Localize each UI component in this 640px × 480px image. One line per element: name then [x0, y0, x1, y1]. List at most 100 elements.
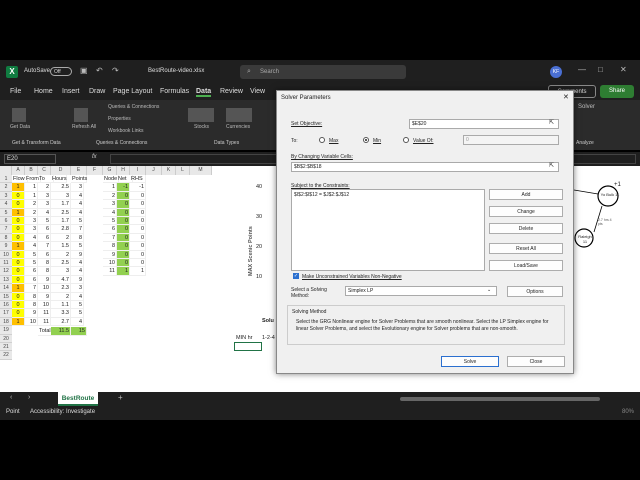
flow-cell[interactable]: 0 — [12, 259, 25, 268]
column-header[interactable]: F — [87, 166, 103, 175]
delete-button[interactable]: Delete — [489, 223, 563, 234]
get-data-icon[interactable] — [12, 108, 26, 122]
get-data-button[interactable]: Get Data — [10, 124, 30, 130]
total-label[interactable]: Total — [38, 327, 52, 336]
net-flow-cell[interactable]: 0 — [117, 259, 130, 268]
data-cell[interactable]: 6 — [25, 267, 38, 276]
redo-icon[interactable]: ↷ — [112, 66, 122, 76]
load-save-button[interactable]: Load/Save — [489, 260, 563, 271]
column-header[interactable]: K — [162, 166, 176, 175]
flow-cell[interactable]: 1 — [12, 242, 25, 251]
method-select[interactable]: Simplex LP — [345, 286, 497, 296]
flow-cell[interactable]: 0 — [12, 233, 25, 243]
refresh-all-button[interactable]: Refresh All — [72, 124, 96, 130]
rhs-cell[interactable]: 1 — [130, 267, 146, 276]
zoom-level[interactable]: 80% — [622, 409, 634, 415]
data-cell[interactable]: 2 — [51, 233, 71, 243]
rhs-cell[interactable]: 0 — [130, 217, 146, 226]
chart-area[interactable]: MAX Scenic Points 40 30 20 10 — [248, 176, 276, 286]
stocks-button[interactable]: Stocks — [194, 124, 209, 130]
net-flow-cell[interactable]: 0 — [117, 200, 130, 209]
rhs-cell[interactable]: 0 — [130, 233, 146, 243]
value-of-radio[interactable] — [403, 137, 409, 143]
name-box[interactable]: E20 — [4, 154, 56, 164]
net-flow-cell[interactable]: 0 — [117, 217, 130, 226]
data-cell[interactable]: 3.3 — [51, 309, 71, 318]
value-of-input[interactable]: 0 — [463, 135, 559, 145]
next-sheet-icon[interactable]: › — [28, 394, 30, 401]
column-header[interactable]: E — [71, 166, 87, 175]
data-cell[interactable]: 1 — [25, 191, 38, 201]
data-cell[interactable]: 5 — [25, 250, 38, 259]
net-flow-cell[interactable]: 0 — [117, 208, 130, 217]
data-cell[interactable]: 5 — [38, 217, 51, 226]
node-cell[interactable]: 7 — [103, 233, 117, 243]
autosave-toggle[interactable]: Off — [50, 67, 72, 76]
net-flow-cell[interactable]: 0 — [117, 233, 130, 243]
data-cell[interactable]: 11 — [38, 309, 51, 318]
data-cell[interactable]: 8 — [38, 259, 51, 268]
column-header[interactable]: C — [38, 166, 51, 175]
header-cell[interactable]: RHS — [130, 175, 146, 184]
total-hours-cell[interactable]: 11.5 — [51, 327, 71, 336]
rhs-cell[interactable]: 0 — [130, 225, 146, 234]
rhs-cell[interactable]: 0 — [130, 200, 146, 209]
select-all-corner[interactable] — [0, 166, 12, 175]
rhs-cell[interactable]: -1 — [130, 183, 146, 192]
net-flow-cell[interactable]: 0 — [117, 250, 130, 259]
data-cell[interactable]: 5 — [25, 259, 38, 268]
data-cell[interactable]: 4 — [71, 208, 84, 217]
maximize-icon[interactable]: □ — [598, 65, 603, 74]
data-cell[interactable]: 3 — [51, 191, 71, 201]
data-cell[interactable]: 5 — [71, 242, 84, 251]
range-picker-icon[interactable]: ⇱ — [549, 162, 554, 169]
node-cell[interactable]: 11 — [103, 267, 117, 276]
flow-cell[interactable]: 0 — [12, 275, 25, 285]
menu-page-layout[interactable]: Page Layout — [113, 88, 152, 95]
data-cell[interactable]: 2 — [38, 183, 51, 192]
data-cell[interactable]: 4 — [71, 292, 84, 301]
data-cell[interactable]: 4 — [71, 191, 84, 201]
queries-connections-button[interactable]: Queries & Connections — [108, 104, 159, 110]
solver-button[interactable]: Solver — [578, 104, 595, 110]
objective-input[interactable]: $E$20 — [409, 119, 559, 129]
net-flow-cell[interactable]: 0 — [117, 242, 130, 251]
node-cell[interactable]: 3 — [103, 200, 117, 209]
data-cell[interactable]: 5 — [71, 301, 84, 310]
flow-cell[interactable]: 0 — [12, 191, 25, 201]
rhs-cell[interactable]: 0 — [130, 259, 146, 268]
flow-cell[interactable]: 1 — [12, 317, 25, 327]
column-header[interactable]: I — [130, 166, 146, 175]
header-cell[interactable]: Hours — [51, 175, 67, 184]
horizontal-scrollbar[interactable] — [400, 397, 600, 401]
accessibility-status[interactable]: Accessibility: Investigate — [30, 409, 95, 415]
node-cell[interactable]: 2 — [103, 191, 117, 201]
data-cell[interactable]: 8 — [38, 267, 51, 276]
add-button[interactable]: Add — [489, 189, 563, 200]
options-button[interactable]: Options — [507, 286, 563, 297]
node-cell[interactable]: 8 — [103, 242, 117, 251]
column-header[interactable]: A — [12, 166, 25, 175]
flow-cell[interactable]: 1 — [12, 208, 25, 217]
data-cell[interactable]: 4 — [71, 259, 84, 268]
total-points-cell[interactable]: 15 — [71, 327, 87, 336]
node-cell[interactable]: 5 — [103, 217, 117, 226]
data-cell[interactable]: 8 — [25, 292, 38, 301]
rhs-cell[interactable]: 0 — [130, 191, 146, 201]
range-picker-icon[interactable]: ⇱ — [549, 119, 554, 126]
menu-view[interactable]: View — [250, 88, 265, 95]
data-cell[interactable]: 6 — [25, 275, 38, 285]
chevron-down-icon[interactable]: ⌄ — [487, 287, 491, 293]
data-cell[interactable]: 7 — [71, 225, 84, 234]
max-radio[interactable] — [319, 137, 325, 143]
net-flow-cell[interactable]: 1 — [117, 267, 130, 276]
share-button[interactable]: Share — [600, 85, 634, 98]
net-flow-cell[interactable]: -1 — [117, 183, 130, 192]
search-box[interactable]: Search — [240, 65, 406, 79]
data-cell[interactable]: 1.7 — [51, 217, 71, 226]
data-cell[interactable]: 3 — [25, 217, 38, 226]
change-button[interactable]: Change — [489, 206, 563, 217]
data-cell[interactable]: 4 — [71, 267, 84, 276]
data-cell[interactable]: 1 — [25, 183, 38, 192]
data-cell[interactable]: 6 — [38, 233, 51, 243]
